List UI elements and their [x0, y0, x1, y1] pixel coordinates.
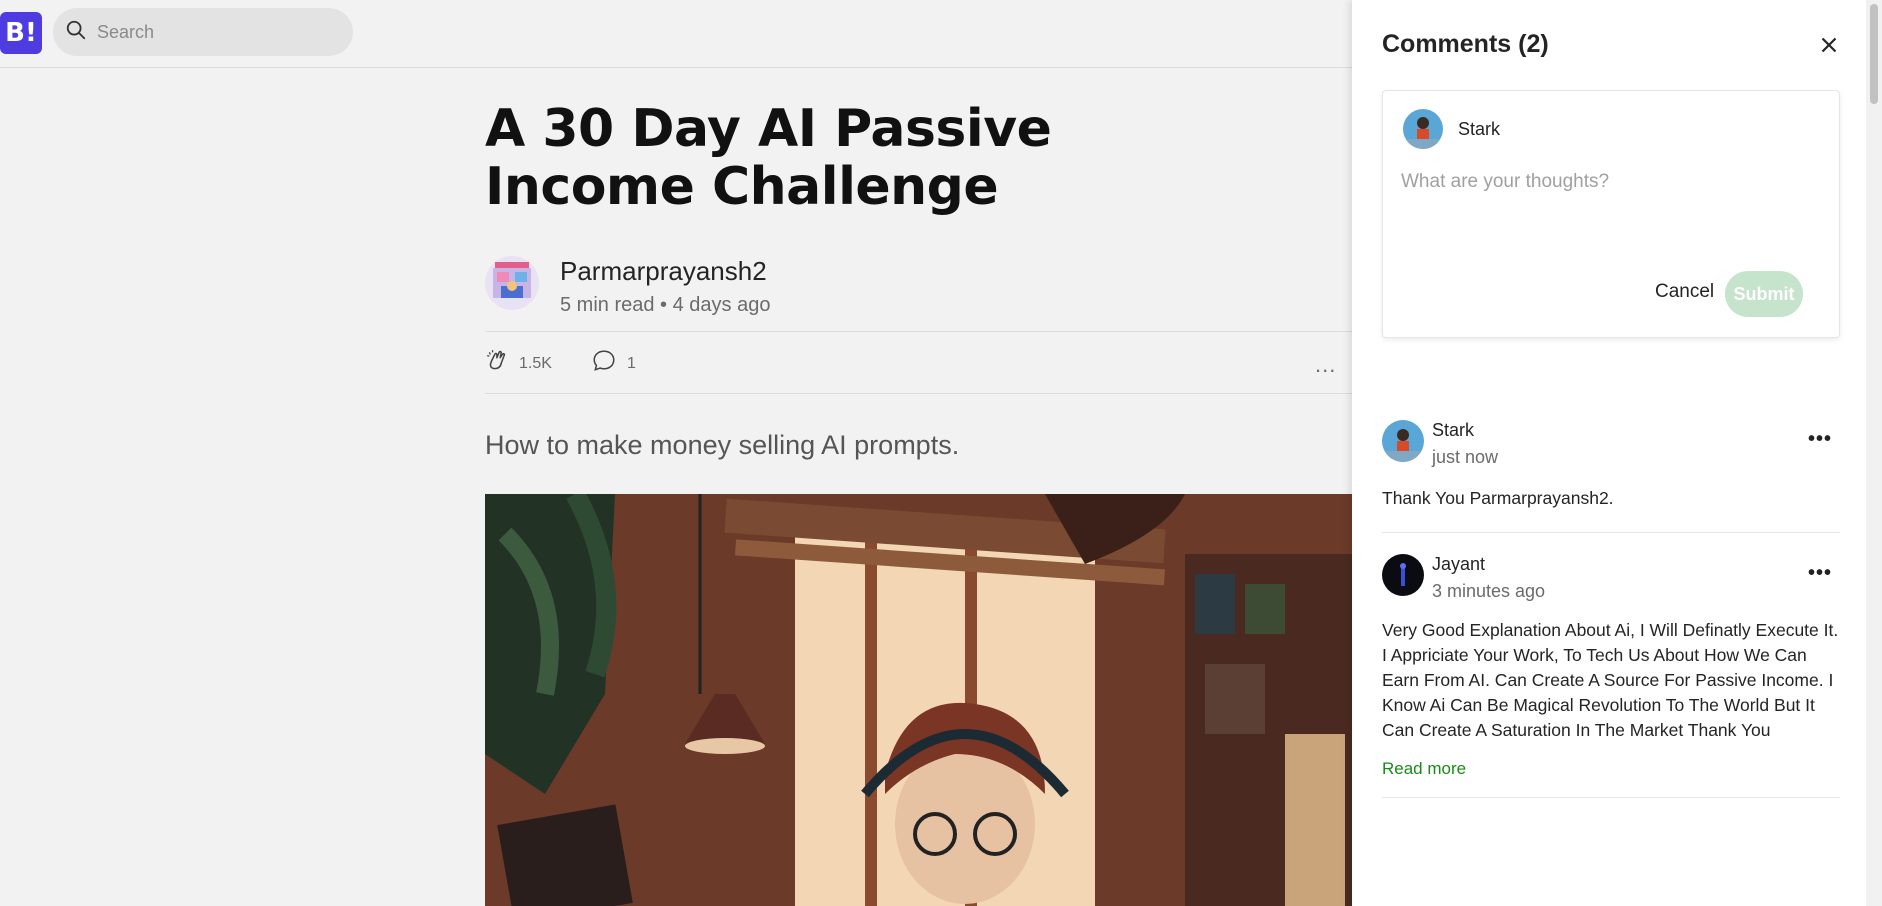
comment-text: Thank You Parmarprayansh2. — [1382, 488, 1614, 508]
more-options-button[interactable]: ... — [1315, 352, 1336, 378]
action-bar: 1.5K 1 ... — [485, 331, 1352, 394]
author-row: Parmarprayansh2 5 min read • 4 days ago — [485, 256, 1352, 320]
comment-item: Jayant 3 minutes ago ••• Very Good Expla… — [1382, 554, 1840, 798]
comment-text: Very Good Explanation About Ai, I Will D… — [1382, 620, 1839, 740]
close-icon[interactable] — [1816, 32, 1842, 58]
article-meta: 5 min read • 4 days ago — [560, 294, 771, 316]
top-bar: B! — [0, 0, 1352, 68]
comment-compose: Stark Cancel Submit — [1382, 90, 1840, 338]
search-box[interactable] — [53, 8, 353, 56]
comments-title: Comments (2) — [1382, 30, 1549, 58]
article-title: A 30 Day AI Passive Income Challenge — [485, 99, 1052, 217]
comments-panel: Comments (2) Stark Cancel Submit Stark j… — [1352, 0, 1866, 906]
comment-more-icon[interactable]: ••• — [1808, 428, 1832, 451]
user-avatar — [1403, 109, 1443, 149]
author-avatar[interactable] — [485, 256, 539, 310]
compose-user-name: Stark — [1458, 119, 1501, 139]
search-input[interactable] — [97, 21, 317, 43]
commenter-name[interactable]: Jayant — [1432, 554, 1485, 575]
read-more-link[interactable]: Read more — [1382, 759, 1466, 779]
site-logo[interactable]: B! — [0, 12, 42, 54]
article-subtitle: How to make money selling AI prompts. — [485, 430, 960, 460]
submit-button[interactable]: Submit — [1725, 271, 1803, 317]
cancel-button[interactable]: Cancel — [1655, 281, 1714, 303]
commenter-name[interactable]: Stark — [1432, 420, 1474, 441]
comment-item: Stark just now ••• Thank You Parmarpraya… — [1382, 420, 1840, 533]
commenter-avatar[interactable] — [1382, 554, 1424, 596]
clap-icon — [485, 348, 511, 379]
commenter-avatar[interactable] — [1382, 420, 1424, 462]
comment-textarea[interactable] — [1401, 171, 1821, 251]
author-name[interactable]: Parmarprayansh2 — [560, 256, 767, 287]
comment-time: just now — [1432, 447, 1499, 467]
hero-image — [485, 494, 1352, 906]
search-icon — [65, 19, 87, 46]
comment-count: 1 — [627, 354, 636, 372]
scrollbar[interactable] — [1866, 0, 1882, 906]
clap-count: 1.5K — [519, 354, 552, 372]
comment-icon — [591, 348, 617, 379]
comment-button[interactable]: 1 — [591, 348, 636, 379]
article: A 30 Day AI Passive Income Challenge Par… — [485, 99, 1352, 906]
scrollbar-thumb[interactable] — [1870, 4, 1878, 104]
comment-more-icon[interactable]: ••• — [1808, 562, 1832, 585]
clap-button[interactable]: 1.5K — [485, 348, 552, 379]
comment-time: 3 minutes ago — [1432, 581, 1546, 601]
